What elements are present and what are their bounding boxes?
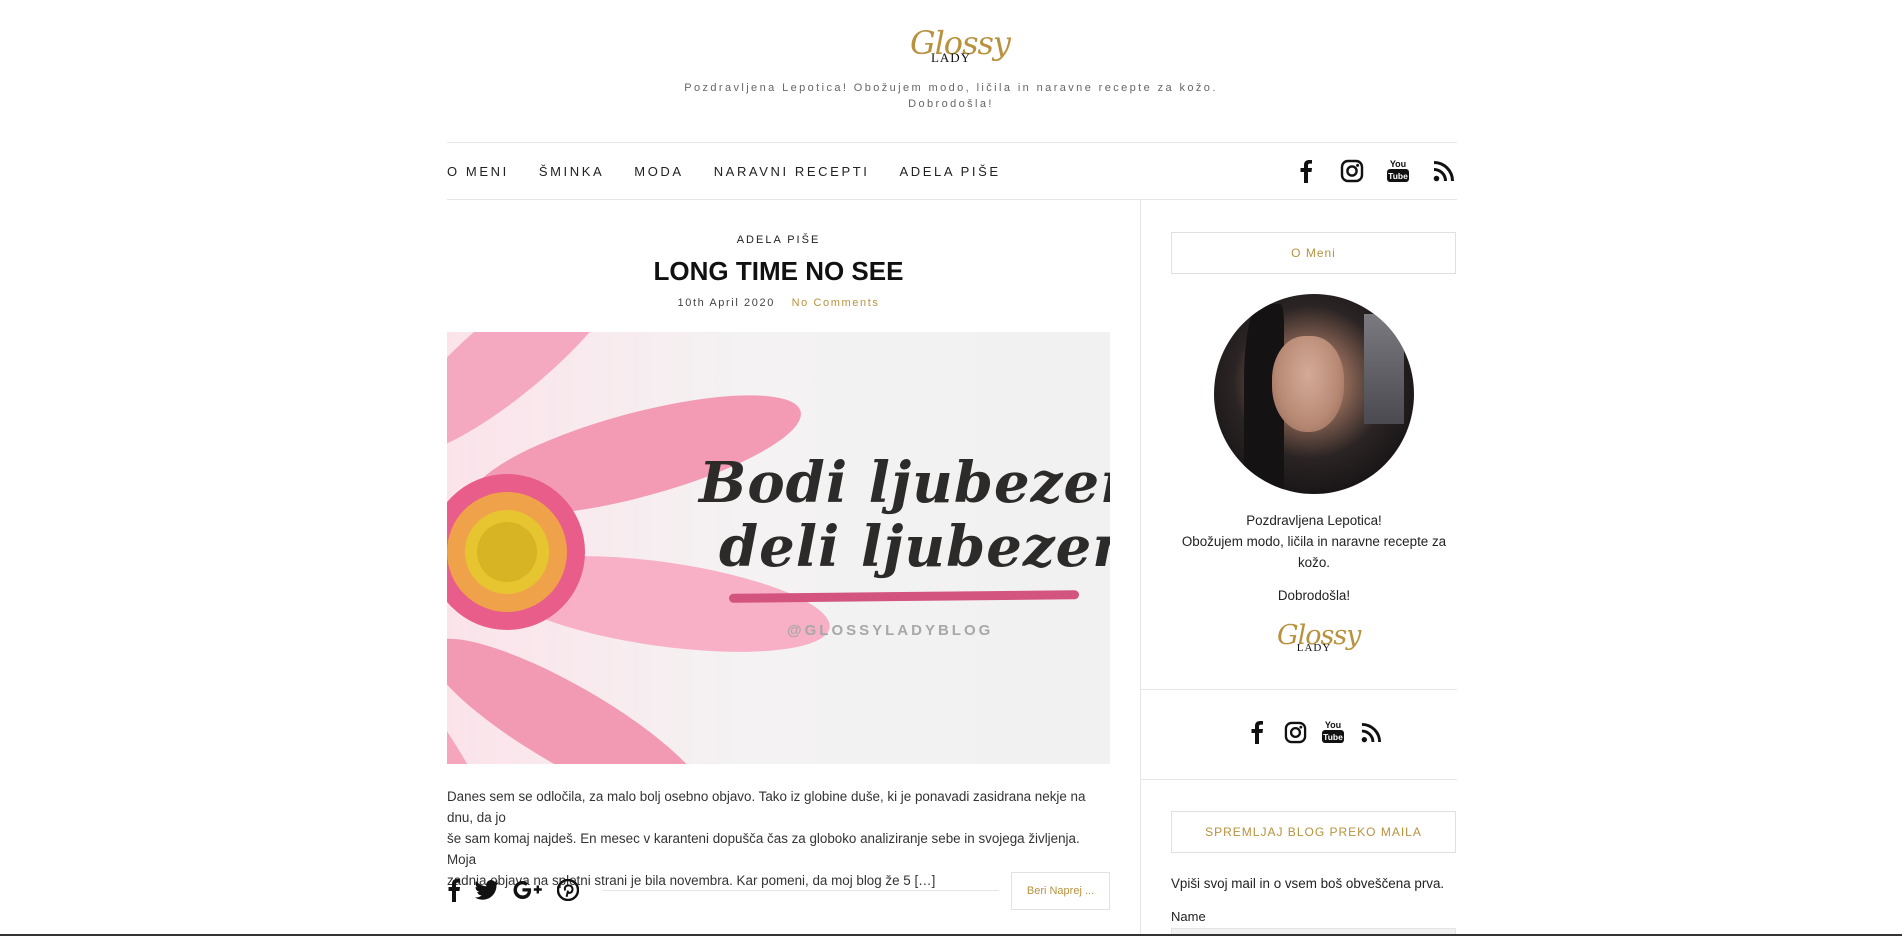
subscribe-text: Vpiši svoj mail in o vsem boš obveščena … <box>1171 876 1445 891</box>
image-handle-text: @GLOSSYLADYBLOG <box>787 622 994 639</box>
google-plus-icon[interactable] <box>513 880 543 900</box>
youtube-tube-text: Tube <box>1323 732 1343 742</box>
nav-item-sminka[interactable]: ŠMINKA <box>539 164 604 179</box>
name-label: Name <box>1171 909 1206 924</box>
nav-item-adela-pise[interactable]: ADELA PIŠE <box>899 164 1000 179</box>
about-line-3: kožo. <box>1297 555 1330 570</box>
nav-item-o-meni[interactable]: O MENI <box>447 164 509 179</box>
post-featured-image[interactable]: Bodi ljubezen, deli ljubezen @GLOSSYLADY… <box>447 332 1110 764</box>
main-nav: O MENI ŠMINKA MODA NARAVNI RECEPTI ADELA… <box>447 142 1457 200</box>
instagram-icon[interactable] <box>1339 158 1365 184</box>
about-widget-title: O Meni <box>1171 232 1456 274</box>
sidebar-divider <box>1140 779 1457 780</box>
youtube-you-text: You <box>1390 159 1406 169</box>
sidebar-logo-sub: LADY <box>1296 642 1332 654</box>
site-header: Glossy LADY Pozdravljena Lepotica! Obožu… <box>0 0 1902 142</box>
post-meta: 10th April 2020 No Comments <box>447 297 1110 309</box>
youtube-icon[interactable]: You Tube <box>1385 158 1411 184</box>
subscribe-widget-title: SPREMLJAJ BLOG PREKO MAILA <box>1171 811 1456 853</box>
post-title[interactable]: LONG TIME NO SEE <box>447 256 1110 287</box>
content-divider <box>1140 200 1141 936</box>
rss-icon[interactable] <box>1431 158 1457 184</box>
youtube-tube-text: Tube <box>1388 171 1408 181</box>
post-comments-link[interactable]: No Comments <box>792 297 880 309</box>
excerpt-line-1: Danes sem se odločila, za malo bolj oseb… <box>447 789 1086 825</box>
excerpt-line-2: še sam komaj najdeš. En mesec v karanten… <box>447 831 1080 867</box>
site-tagline: Pozdravljena Lepotica! Obožujem modo, li… <box>640 80 1262 112</box>
avatar <box>1214 294 1414 494</box>
youtube-you-text: You <box>1325 720 1341 730</box>
nav-social-links: You Tube <box>1273 143 1457 199</box>
tagline-line-1: Pozdravljena Lepotica! Obožujem modo, li… <box>684 82 1218 94</box>
about-text: Pozdravljena Lepotica! Obožujem modo, li… <box>1171 510 1457 573</box>
facebook-icon[interactable] <box>447 878 461 902</box>
about-line-2: Obožujem modo, ličila in naravne recepte… <box>1181 534 1447 549</box>
nav-item-moda[interactable]: MODA <box>634 164 683 179</box>
tagline-line-2: Dobrodošla! <box>908 98 994 110</box>
sidebar-logo: Glossy LADY <box>1277 620 1361 660</box>
post-date: 10th April 2020 <box>677 297 775 309</box>
facebook-icon[interactable] <box>1293 158 1319 184</box>
image-text-line-1: Bodi ljubezen, <box>699 450 1110 516</box>
post-category[interactable]: ADELA PIŠE <box>447 234 1110 246</box>
facebook-icon[interactable] <box>1244 719 1270 745</box>
youtube-icon[interactable]: You Tube <box>1320 719 1346 745</box>
share-divider <box>603 890 999 891</box>
image-text-line-2: deli ljubezen <box>719 514 1110 580</box>
nav-menu: O MENI ŠMINKA MODA NARAVNI RECEPTI ADELA… <box>447 143 1031 199</box>
read-more-button[interactable]: Beri Naprej ... <box>1011 872 1110 910</box>
rss-icon[interactable] <box>1358 719 1384 745</box>
share-row: Beri Naprej ... <box>447 870 1110 910</box>
logo-sub: LADY <box>930 50 972 65</box>
pinterest-icon[interactable] <box>557 879 579 901</box>
nav-item-naravni-recepti[interactable]: NARAVNI RECEPTI <box>714 164 870 179</box>
site-logo[interactable]: Glossy LADY <box>910 24 1011 70</box>
about-welcome: Dobrodošla! <box>1277 588 1351 603</box>
twitter-icon[interactable] <box>475 880 499 900</box>
share-icons <box>447 870 593 910</box>
instagram-icon[interactable] <box>1282 719 1308 745</box>
sidebar-divider <box>1140 689 1457 690</box>
sidebar-social-links: You Tube <box>1171 714 1457 750</box>
about-line-1: Pozdravljena Lepotica! <box>1246 513 1382 528</box>
